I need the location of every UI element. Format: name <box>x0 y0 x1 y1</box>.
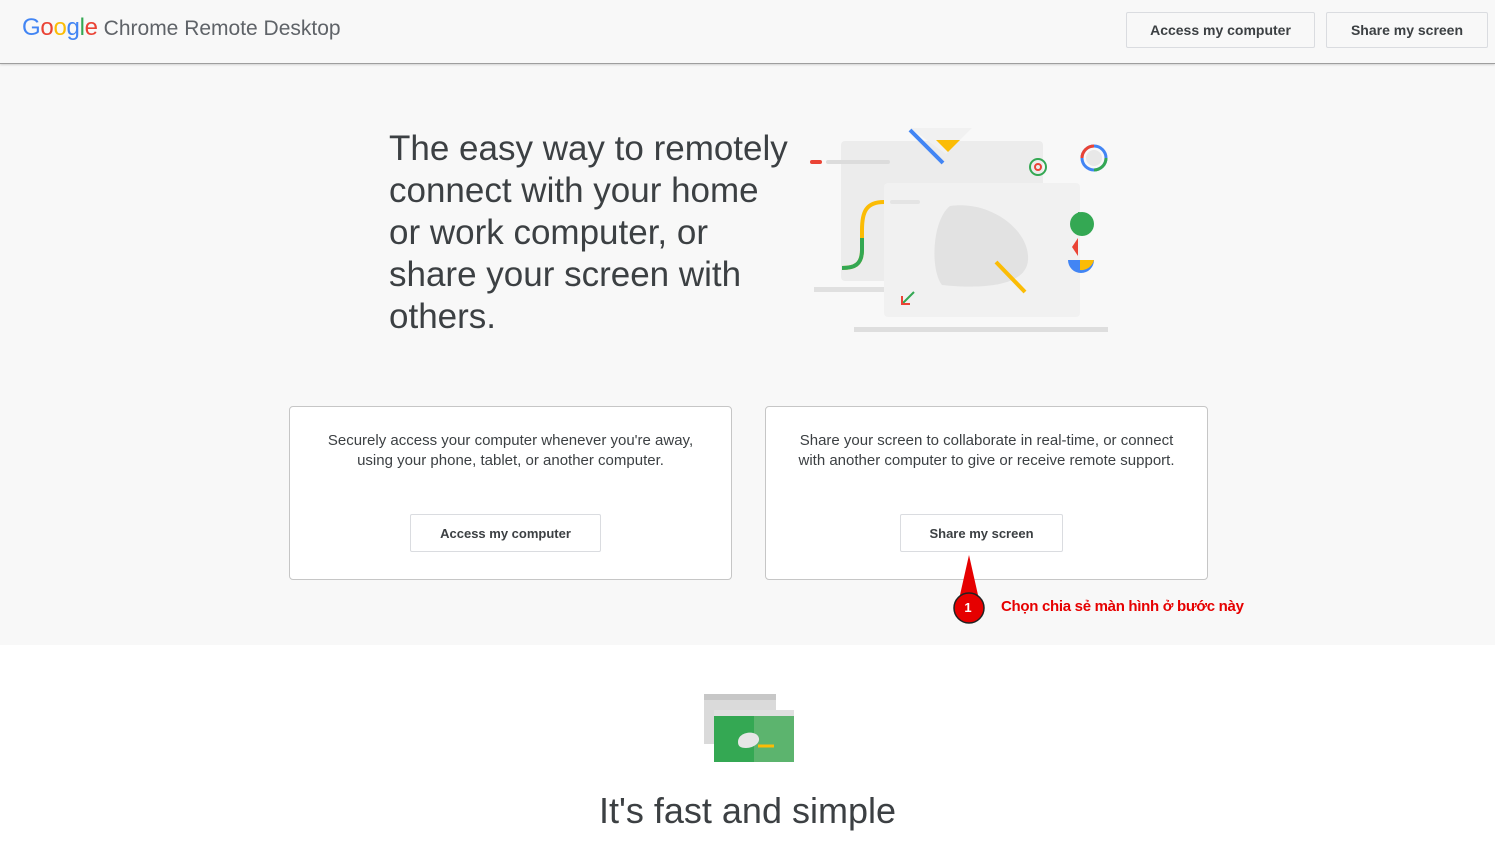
product-name: Chrome Remote Desktop <box>103 17 341 40</box>
access-my-computer-button[interactable]: Access my computer <box>410 514 601 552</box>
section-title: It's fast and simple <box>599 790 896 831</box>
access-card: Securely access your computer whenever y… <box>289 406 732 580</box>
share-my-screen-button[interactable]: Share my screen <box>900 514 1063 552</box>
annotation-instruction: Chọn chia sẻ màn hình ở bước này <box>1001 598 1244 615</box>
chrome-remote-desktop-logo[interactable]: Google Chrome Remote Desktop <box>22 14 341 44</box>
screen-share-icon <box>704 694 794 762</box>
header-share-my-screen-button[interactable]: Share my screen <box>1326 12 1488 48</box>
remote-desktop-illustration <box>810 128 1108 332</box>
google-wordmark: Google <box>22 14 98 41</box>
annotation-step-number: 1 <box>964 600 972 615</box>
access-card-description: Securely access your computer whenever y… <box>327 432 694 469</box>
header-access-my-computer-button[interactable]: Access my computer <box>1126 12 1315 48</box>
share-card-description: Share your screen to collaborate in real… <box>798 432 1175 469</box>
hero-title: The easy way to remotely connect with yo… <box>389 129 788 336</box>
share-card: Share your screen to collaborate in real… <box>765 406 1208 580</box>
top-bar: Google Chrome Remote Desktop Access my c… <box>0 0 1495 64</box>
